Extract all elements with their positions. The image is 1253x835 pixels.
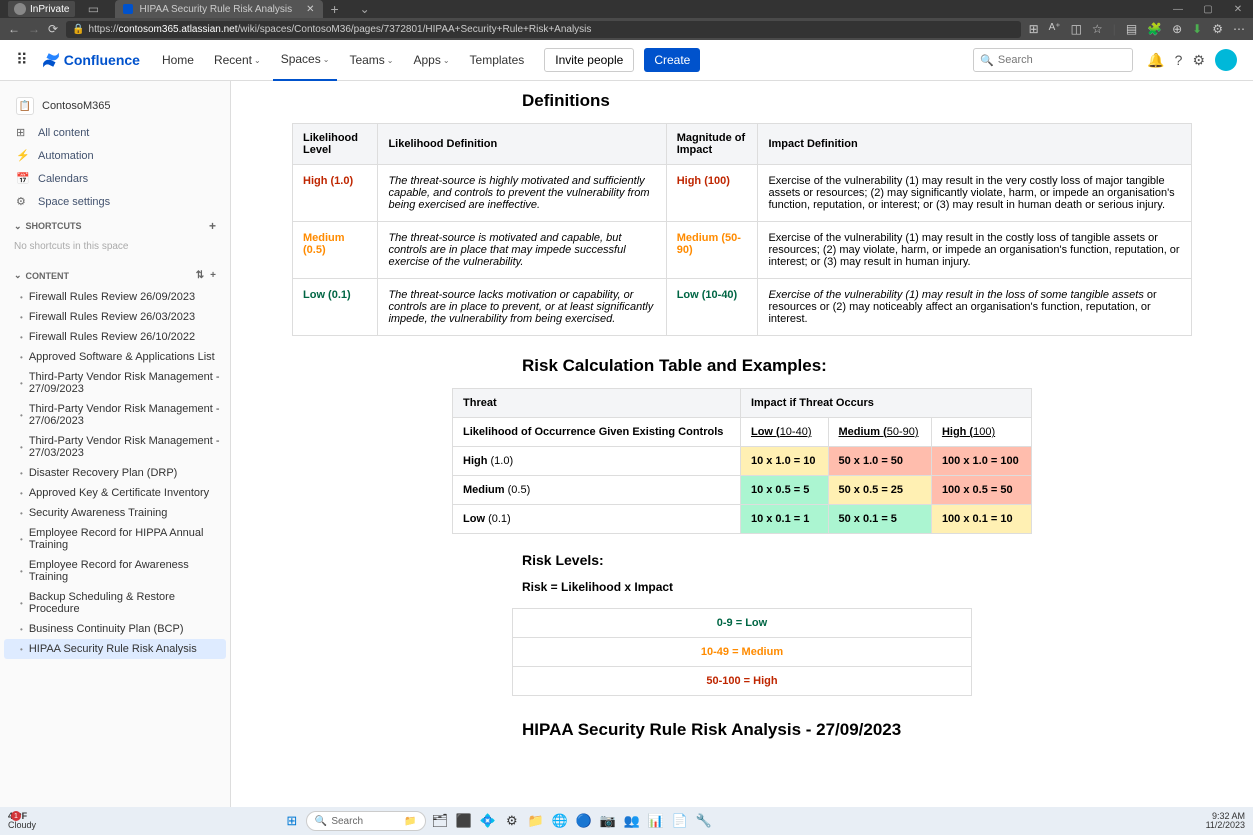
close-tab-icon[interactable]: ✕ xyxy=(306,4,314,15)
page-tree-item[interactable]: •Approved Key & Certificate Inventory xyxy=(0,483,230,503)
page-tree-item[interactable]: •Security Awareness Training xyxy=(0,503,230,523)
content-section[interactable]: ⌄CONTENT⇅+ xyxy=(0,264,230,287)
favorites-icon[interactable]: ☆ xyxy=(1092,22,1103,36)
nav-recent[interactable]: Recent⌄ xyxy=(206,53,269,67)
maximize-button[interactable]: ▢ xyxy=(1193,4,1223,15)
taskbar-app-8[interactable]: 🔧 xyxy=(694,811,714,831)
back-button[interactable]: ← xyxy=(8,22,20,36)
nav-teams[interactable]: Teams⌄ xyxy=(341,53,401,67)
calc-heading: Risk Calculation Table and Examples: xyxy=(522,356,1192,376)
levels-heading: Risk Levels: xyxy=(522,552,1192,568)
system-tray-clock[interactable]: 9:32 AM 11/2/2023 xyxy=(1206,812,1245,830)
page-tree-item[interactable]: •Firewall Rules Review 26/10/2022 xyxy=(0,327,230,347)
search-input[interactable]: 🔍Search xyxy=(973,48,1133,72)
definitions-heading: Definitions xyxy=(522,91,1192,111)
tab-menu-icon[interactable]: ⌄ xyxy=(353,2,377,16)
workspace-icon[interactable]: ▭ xyxy=(81,2,105,16)
taskbar-word[interactable]: 📄 xyxy=(670,811,690,831)
page-tree-item[interactable]: •Business Continuity Plan (BCP) xyxy=(0,619,230,639)
tab-title: HIPAA Security Rule Risk Analysis xyxy=(139,4,292,15)
document-title: HIPAA Security Rule Risk Analysis - 27/0… xyxy=(522,720,1192,740)
page-tree-item[interactable]: •Employee Record for HIPPA Annual Traini… xyxy=(0,523,230,555)
nav-templates[interactable]: Templates xyxy=(462,53,533,67)
add-shortcut-icon[interactable]: + xyxy=(209,219,216,233)
browser-tab-strip: InPrivate ▭ HIPAA Security Rule Risk Ana… xyxy=(0,0,1253,18)
forward-button[interactable]: → xyxy=(28,22,40,36)
shortcuts-section[interactable]: ⌄SHORTCUTS+ xyxy=(0,213,230,239)
address-bar: ← → ⟳ 🔒 https://contosom365.atlassian.ne… xyxy=(0,18,1253,40)
space-name[interactable]: 📋ContosoM365 xyxy=(0,91,230,121)
invite-button[interactable]: Invite people xyxy=(544,48,634,72)
taskbar-app-7[interactable]: 📊 xyxy=(646,811,666,831)
page-tree-item[interactable]: •Third-Party Vendor Risk Management - 27… xyxy=(0,367,230,399)
page-tree-item[interactable]: •Approved Software & Applications List xyxy=(0,347,230,367)
taskbar-app-5[interactable]: 📁 xyxy=(526,811,546,831)
download-icon[interactable]: ⬇ xyxy=(1192,22,1202,36)
page-tree-item[interactable]: •Disaster Recovery Plan (DRP) xyxy=(0,463,230,483)
taskbar-app-6[interactable]: 📷 xyxy=(598,811,618,831)
read-aloud-icon[interactable]: A⁺ xyxy=(1049,22,1061,36)
confluence-header: ⠿ Confluence Home Recent⌄ Spaces⌄ Teams⌄… xyxy=(0,40,1253,81)
help-icon[interactable]: ? xyxy=(1175,52,1183,68)
page-content[interactable]: Definitions Likelihood Level Likelihood … xyxy=(231,81,1253,807)
page-tree-item[interactable]: •Employee Record for Awareness Training xyxy=(0,555,230,587)
sidebar-toggle-icon[interactable]: ▤ xyxy=(1126,22,1137,36)
more-icon[interactable]: ⋯ xyxy=(1233,22,1245,36)
taskbar-app-4[interactable]: ⚙ xyxy=(502,811,522,831)
sidebar-settings[interactable]: ⚙Space settings xyxy=(0,190,230,213)
sidebar-automation[interactable]: ⚡Automation xyxy=(0,144,230,167)
inprivate-badge: InPrivate xyxy=(8,1,75,17)
user-avatar[interactable] xyxy=(1215,49,1237,71)
no-shortcuts-label: No shortcuts in this space xyxy=(0,239,230,254)
page-tree-item[interactable]: •Firewall Rules Review 26/09/2023 xyxy=(0,287,230,307)
app-available-icon[interactable]: ⊞ xyxy=(1029,22,1039,36)
refresh-button[interactable]: ⟳ xyxy=(48,22,58,36)
definitions-table: Likelihood Level Likelihood Definition M… xyxy=(292,123,1192,336)
performance-icon[interactable]: ⚙ xyxy=(1212,22,1223,36)
filter-icon[interactable]: ⇅ xyxy=(196,270,204,281)
sidebar: 📋ContosoM365 ⊞All content ⚡Automation 📅C… xyxy=(0,81,231,807)
page-tree-item[interactable]: •Firewall Rules Review 26/03/2023 xyxy=(0,307,230,327)
taskbar-app-1[interactable]: 🗂 xyxy=(430,811,450,831)
taskbar-app-3[interactable]: 💠 xyxy=(478,811,498,831)
nav-spaces[interactable]: Spaces⌄ xyxy=(273,40,338,81)
taskbar-edge[interactable]: 🌐 xyxy=(550,811,570,831)
page-tree-item[interactable]: •Backup Scheduling & Restore Procedure xyxy=(0,587,230,619)
taskbar-teams[interactable]: 👥 xyxy=(622,811,642,831)
new-tab-button[interactable]: + xyxy=(331,1,339,17)
close-window-button[interactable]: ✕ xyxy=(1223,4,1253,15)
taskbar-search[interactable]: 🔍Search📁 xyxy=(306,811,426,831)
collections-icon[interactable]: ⊕ xyxy=(1172,22,1182,36)
nav-apps[interactable]: Apps⌄ xyxy=(405,53,457,67)
sidebar-all-content[interactable]: ⊞All content xyxy=(0,121,230,144)
lock-icon: 🔒 xyxy=(72,24,84,35)
notification-badge[interactable]: 1 xyxy=(11,811,21,821)
create-button[interactable]: Create xyxy=(644,48,700,72)
favicon xyxy=(123,4,133,14)
taskbar-chrome[interactable]: 🔵 xyxy=(574,811,594,831)
confluence-logo[interactable]: Confluence xyxy=(42,51,140,69)
extensions-icon[interactable]: 🧩 xyxy=(1147,22,1162,36)
nav-home[interactable]: Home xyxy=(154,53,202,67)
page-tree-item[interactable]: •HIPAA Security Rule Risk Analysis xyxy=(4,639,226,659)
add-page-icon[interactable]: + xyxy=(210,270,216,281)
calc-table: ThreatImpact if Threat Occurs Likelihood… xyxy=(452,388,1032,534)
taskbar-app-2[interactable]: ⬛ xyxy=(454,811,474,831)
page-tree-item[interactable]: •Third-Party Vendor Risk Management - 27… xyxy=(0,431,230,463)
start-button[interactable]: ⊞ xyxy=(282,811,302,831)
sidebar-calendars[interactable]: 📅Calendars xyxy=(0,167,230,190)
search-icon: 🔍 xyxy=(980,54,994,67)
window-controls: — ▢ ✕ xyxy=(1163,4,1253,15)
notifications-icon[interactable]: 🔔 xyxy=(1147,52,1164,69)
split-icon[interactable]: ◫ xyxy=(1071,22,1082,36)
app-switcher-icon[interactable]: ⠿ xyxy=(16,50,28,70)
browser-tab[interactable]: HIPAA Security Rule Risk Analysis ✕ xyxy=(115,0,322,18)
page-tree-item[interactable]: •Third-Party Vendor Risk Management - 27… xyxy=(0,399,230,431)
formula: Risk = Likelihood x Impact xyxy=(522,580,1192,594)
url-input[interactable]: 🔒 https://contosom365.atlassian.net/wiki… xyxy=(66,21,1021,38)
windows-taskbar: 1 49°F Cloudy ⊞ 🔍Search📁 🗂 ⬛ 💠 ⚙ 📁 🌐 🔵 📷… xyxy=(0,807,1253,835)
settings-icon[interactable]: ⚙ xyxy=(1192,52,1205,69)
levels-table: 0-9 = Low 10-49 = Medium 50-100 = High xyxy=(512,608,972,696)
minimize-button[interactable]: — xyxy=(1163,4,1193,15)
